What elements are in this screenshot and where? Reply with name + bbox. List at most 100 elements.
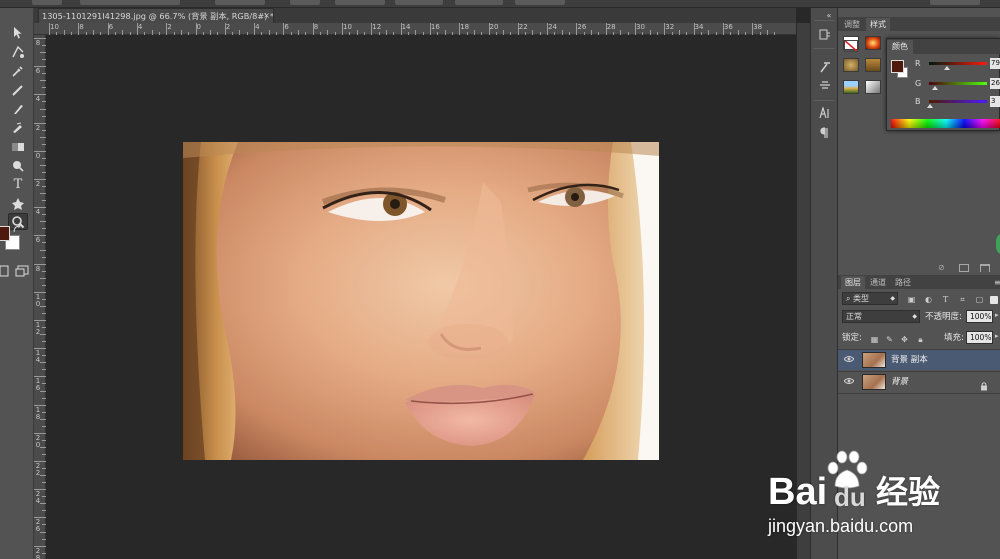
layer-filter-kind-select[interactable]: ⌕ 类型 ◆ [842,292,898,305]
style-swatch[interactable] [865,80,881,94]
tab-paths[interactable]: 路径 [891,276,915,289]
style-swatch[interactable] [843,80,859,94]
fill-dropdown-icon[interactable]: ▸ [995,332,999,340]
marquee-icon[interactable] [8,43,28,60]
history-icon[interactable] [817,28,833,42]
filter-smart-object-icon[interactable]: ▢ [974,294,985,305]
ruler-minor-tick [42,59,46,61]
ruler-minor-tick [40,277,46,279]
character-icon[interactable] [817,106,833,120]
tab-layers[interactable]: 图层 [841,276,865,289]
eyedropper-icon[interactable] [8,62,28,79]
clear-style-icon[interactable]: ⊘ [938,264,948,272]
workspace-switcher[interactable] [930,0,980,5]
red-slider-track[interactable] [929,62,987,65]
layers-list-end [838,393,1000,394]
shape-icon[interactable] [8,195,28,212]
lock-position-icon[interactable]: ✥ [899,334,910,345]
color-panel-foreground-swatch[interactable] [891,60,904,73]
brush-presets-icon[interactable] [817,60,833,74]
red-slider[interactable]: R 79 [915,58,1000,71]
ruler-minor-tick [70,32,72,35]
lock-all-icon[interactable]: 🔒︎ [915,334,926,345]
lock-image-icon[interactable]: ✎ [884,334,895,345]
ruler-minor-tick [40,418,46,420]
style-swatch[interactable] [843,36,859,53]
filter-adjustment-icon[interactable]: ◐ [923,294,934,305]
ruler-label: 6 [108,23,114,31]
style-swatch[interactable] [865,36,881,50]
green-slider[interactable]: G 26 [915,78,1000,91]
options-control[interactable] [290,0,320,5]
opacity-dropdown-icon[interactable]: ▸ [995,311,999,319]
delete-style-icon[interactable] [980,264,990,272]
ruler-label: 6 [284,23,289,31]
filter-pixel-icon[interactable]: ▣ [906,294,917,305]
options-control[interactable] [32,0,62,5]
blue-slider-track[interactable] [929,100,987,103]
layer-row[interactable]: 背景 [838,371,1000,392]
quick-mask-icon[interactable] [0,262,14,279]
blue-value-input[interactable]: 3 [990,96,1000,107]
history-brush-icon[interactable] [8,119,28,136]
eye-icon[interactable] [843,354,855,364]
style-swatch[interactable] [843,58,859,72]
layer-name[interactable]: 背景 副本 [891,354,928,366]
move-icon[interactable] [8,24,28,41]
green-slider-track[interactable] [929,82,987,85]
ruler-minor-tick [385,30,387,35]
tab-channels[interactable]: 通道 [866,276,890,289]
document-tab[interactable]: 1305-1101291I41298.jpg @ 66.7% (背景 副本, R… [38,8,274,23]
green-value-input[interactable]: 26 [990,78,1000,89]
options-control[interactable] [515,0,565,5]
options-control[interactable] [80,0,180,5]
tab-styles[interactable]: 样式 [866,18,890,31]
type-icon[interactable]: T [8,176,28,193]
style-swatch[interactable] [865,58,881,72]
ruler-minor-tick [40,475,46,477]
paragraph-icon[interactable] [817,126,833,140]
eye-icon[interactable] [843,376,855,386]
ruler-minor-tick [42,270,46,272]
screen-mode-icon[interactable] [12,262,32,279]
dodge-icon[interactable] [8,157,28,174]
layer-thumbnail [862,352,886,368]
ruler-minor-tick [40,503,46,505]
tab-adjustments[interactable]: 调整 [840,18,864,31]
filter-toggle[interactable] [990,296,998,304]
ruler-minor-tick [627,32,629,35]
options-control[interactable] [395,0,443,5]
close-icon[interactable]: × [263,9,270,23]
ruler-label: 32 [665,23,675,31]
gradient-icon[interactable] [8,138,28,155]
options-control[interactable] [215,0,265,5]
healing-brush-icon[interactable] [8,81,28,98]
blend-mode-select[interactable]: 正常 ◆ [842,310,920,323]
color-spectrum-ramp[interactable] [891,119,1000,128]
green-slider-thumb[interactable] [931,86,938,90]
lock-transparency-icon[interactable]: ▦ [869,334,880,345]
foreground-color-swatch[interactable] [0,226,10,241]
options-control[interactable] [455,0,503,5]
options-control[interactable] [335,0,385,5]
blue-slider[interactable]: B 3 [915,96,1000,109]
ruler-minor-tick [532,30,534,35]
ruler-minor-tick [298,30,300,35]
red-slider-thumb[interactable] [943,66,950,70]
filter-shape-icon[interactable]: ⌗ [957,294,968,305]
filter-type-icon[interactable]: T [940,294,951,305]
fill-input[interactable]: 100% [966,331,993,344]
ruler-minor-tick [42,284,46,286]
swap-colors-icon[interactable] [12,224,22,234]
blue-slider-thumb[interactable] [926,104,933,108]
ruler-minor-tick [42,411,46,413]
new-style-icon[interactable] [959,264,969,272]
opacity-input[interactable]: 100% [966,310,993,323]
layer-row[interactable]: 背景 副本 [838,349,1000,370]
panel-menu-icon[interactable]: ≡ [990,276,1000,289]
brush-icon[interactable] [8,100,28,117]
layer-name[interactable]: 背景 [891,376,908,388]
red-value-input[interactable]: 79 [990,58,1000,69]
tab-color[interactable]: 颜色 [887,40,913,54]
clone-source-icon[interactable] [817,78,833,92]
